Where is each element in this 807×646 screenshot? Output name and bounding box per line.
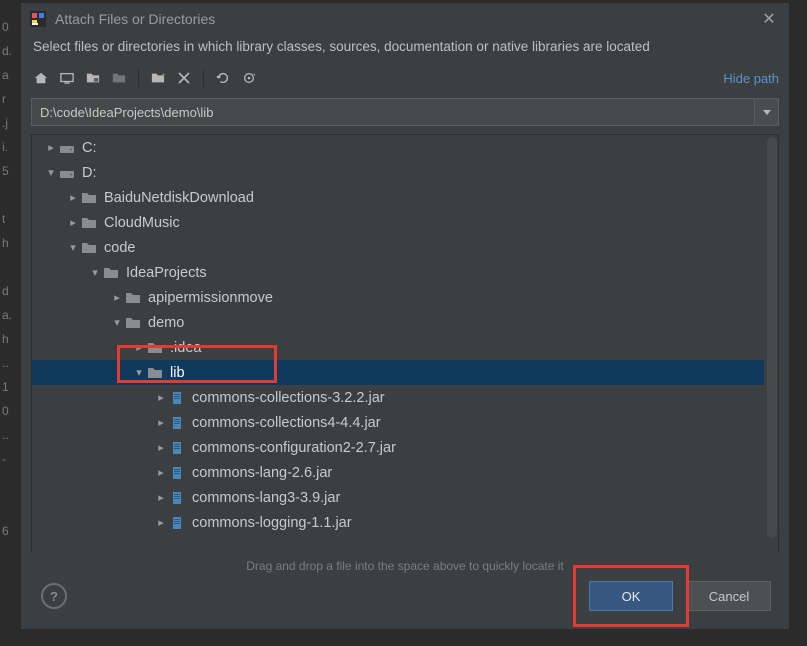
- close-icon[interactable]: ✕: [757, 9, 781, 29]
- toolbar-separator: [138, 69, 139, 87]
- folder-icon: [80, 190, 98, 206]
- chevron-right-icon[interactable]: [66, 216, 80, 229]
- ok-button[interactable]: OK: [589, 581, 673, 611]
- tree-row-label: code: [104, 240, 135, 256]
- archive-icon: [168, 465, 186, 481]
- chevron-right-icon[interactable]: [154, 491, 168, 504]
- tree-row-label: commons-lang3-3.9.jar: [192, 490, 340, 506]
- drag-drop-hint: Drag and drop a file into the space abov…: [21, 553, 789, 581]
- chevron-down-icon[interactable]: [88, 266, 102, 279]
- cancel-button[interactable]: Cancel: [687, 581, 771, 611]
- file-tree-container: C: D: BaiduNetdiskDownload CloudMusic code Id…: [31, 134, 779, 553]
- dialog-subtitle: Select files or directories in which lib…: [21, 35, 789, 64]
- archive-icon: [168, 515, 186, 531]
- intellij-icon: [29, 10, 47, 28]
- tree-row-label: lib: [170, 365, 185, 381]
- chevron-right-icon[interactable]: [132, 341, 146, 354]
- tree-row-label: IdeaProjects: [126, 265, 207, 281]
- desktop-icon[interactable]: [57, 68, 77, 88]
- svg-text:+: +: [162, 72, 166, 79]
- tree-row[interactable]: commons-lang3-3.9.jar: [32, 485, 764, 510]
- tree-row[interactable]: commons-configuration2-2.7.jar: [32, 435, 764, 460]
- show-hidden-icon[interactable]: [239, 68, 259, 88]
- delete-icon[interactable]: [174, 68, 194, 88]
- chevron-right-icon[interactable]: [44, 141, 58, 154]
- folder-icon: [124, 315, 142, 331]
- folder-icon: [124, 290, 142, 306]
- folder-icon: [80, 240, 98, 256]
- tree-row-label: commons-collections-3.2.2.jar: [192, 390, 385, 406]
- tree-row-label: demo: [148, 315, 184, 331]
- tree-row[interactable]: demo: [32, 310, 764, 335]
- chevron-down-icon[interactable]: [44, 166, 58, 179]
- tree-row-label: BaiduNetdiskDownload: [104, 190, 254, 206]
- chevron-down-icon[interactable]: [132, 366, 146, 379]
- home-icon[interactable]: [31, 68, 51, 88]
- tree-row[interactable]: commons-collections4-4.4.jar: [32, 410, 764, 435]
- tree-row[interactable]: code: [32, 235, 764, 260]
- chevron-right-icon[interactable]: [154, 516, 168, 529]
- tree-row[interactable]: IdeaProjects: [32, 260, 764, 285]
- tree-row[interactable]: BaiduNetdiskDownload: [32, 185, 764, 210]
- archive-icon: [168, 440, 186, 456]
- chevron-down-icon[interactable]: [110, 316, 124, 329]
- tree-row[interactable]: D:: [32, 160, 764, 185]
- archive-icon: [168, 390, 186, 406]
- attach-files-dialog: Attach Files or Directories ✕ Select fil…: [20, 2, 790, 630]
- folder-icon: [102, 265, 120, 281]
- tree-row[interactable]: commons-collections-3.2.2.jar: [32, 385, 764, 410]
- chevron-right-icon[interactable]: [154, 416, 168, 429]
- project-folder-icon[interactable]: [83, 68, 103, 88]
- tree-row-label: commons-lang-2.6.jar: [192, 465, 332, 481]
- chevron-right-icon[interactable]: [110, 291, 124, 304]
- tree-row[interactable]: apipermissionmove: [32, 285, 764, 310]
- chevron-right-icon[interactable]: [154, 466, 168, 479]
- tree-row-label: commons-collections4-4.4.jar: [192, 415, 381, 431]
- chevron-right-icon[interactable]: [154, 391, 168, 404]
- chevron-down-icon[interactable]: [66, 241, 80, 254]
- tree-row[interactable]: .idea: [32, 335, 764, 360]
- tree-scrollbar[interactable]: [767, 137, 777, 538]
- file-tree[interactable]: C: D: BaiduNetdiskDownload CloudMusic code Id…: [32, 135, 764, 553]
- chevron-right-icon[interactable]: [66, 191, 80, 204]
- module-folder-icon[interactable]: [109, 68, 129, 88]
- tree-row-label: .idea: [170, 340, 201, 356]
- titlebar: Attach Files or Directories ✕: [21, 3, 789, 35]
- chevron-right-icon[interactable]: [154, 441, 168, 454]
- tree-row[interactable]: commons-lang-2.6.jar: [32, 460, 764, 485]
- folder-icon: [146, 365, 164, 381]
- tree-row-label: C:: [82, 140, 97, 156]
- folder-icon: [80, 215, 98, 231]
- button-row: ? OK Cancel: [21, 581, 789, 629]
- tree-row[interactable]: lib: [32, 360, 764, 385]
- path-row: [21, 92, 789, 130]
- tree-row[interactable]: C:: [32, 135, 764, 160]
- tree-row-label: CloudMusic: [104, 215, 180, 231]
- drive-icon: [58, 165, 76, 181]
- tree-row-label: commons-logging-1.1.jar: [192, 515, 352, 531]
- toolbar-separator: [203, 69, 204, 87]
- archive-icon: [168, 415, 186, 431]
- tree-row-label: apipermissionmove: [148, 290, 273, 306]
- toolbar: + Hide path: [21, 64, 789, 92]
- tree-row[interactable]: commons-logging-1.1.jar: [32, 510, 764, 535]
- tree-row-label: D:: [82, 165, 97, 181]
- tree-row[interactable]: CloudMusic: [32, 210, 764, 235]
- path-input[interactable]: [31, 98, 755, 126]
- help-button[interactable]: ?: [41, 583, 67, 609]
- tree-row-label: commons-configuration2-2.7.jar: [192, 440, 396, 456]
- path-history-dropdown[interactable]: [755, 98, 779, 126]
- dialog-title: Attach Files or Directories: [55, 11, 749, 27]
- new-folder-icon[interactable]: +: [148, 68, 168, 88]
- drive-icon: [58, 140, 76, 156]
- hide-path-link[interactable]: Hide path: [723, 71, 779, 86]
- refresh-icon[interactable]: [213, 68, 233, 88]
- archive-icon: [168, 490, 186, 506]
- folder-icon: [146, 340, 164, 356]
